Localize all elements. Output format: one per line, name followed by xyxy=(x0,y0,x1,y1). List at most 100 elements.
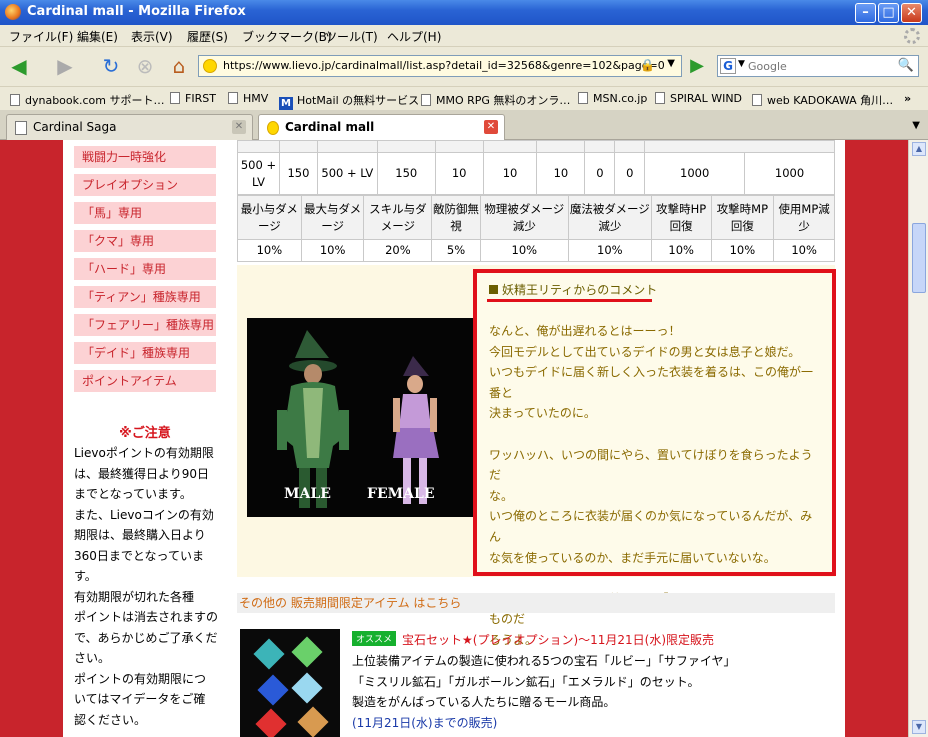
bookmarks-overflow-button[interactable]: » xyxy=(904,92,911,105)
table-header: 攻撃時HP回復 xyxy=(650,195,712,240)
bookmark-item[interactable]: M HotMail の無料サービス xyxy=(279,92,419,111)
featured-item-title[interactable]: 宝石セット★(プレイオプション)～11月21日(水)限定販売 xyxy=(402,631,714,648)
vertical-scrollbar[interactable]: ▲ ▼ xyxy=(908,140,928,737)
page-icon xyxy=(655,92,665,104)
chevron-down-icon[interactable]: ▼ xyxy=(667,58,675,69)
bookmark-item[interactable]: dynabook.com サポート… xyxy=(10,92,165,108)
tab-cardinal-mall[interactable]: Cardinal mall ✕ xyxy=(258,114,505,140)
menu-view[interactable]: 表示(V) xyxy=(131,28,173,45)
character-artwork: MALE FEMALE xyxy=(247,318,475,517)
firefox-icon xyxy=(5,4,21,20)
chevron-down-icon[interactable]: ▼ xyxy=(738,59,745,69)
forward-icon[interactable]: ▶ xyxy=(52,53,78,79)
notice-body: Lievoポイントの有効期限 は、最終獲得日より90日 までとなっています。 ま… xyxy=(74,446,219,727)
bookmark-item[interactable]: HMV xyxy=(228,92,268,105)
tab-cardinal-saga[interactable]: Cardinal Saga ✕ xyxy=(6,114,253,140)
table-header: 魔法被ダメージ減少 xyxy=(567,195,652,240)
gem-icon xyxy=(255,708,287,737)
sidebar-item-point-items[interactable]: ポイントアイテム xyxy=(74,370,216,392)
sidebar-item-dade[interactable]: 「デイド」種族専用 xyxy=(74,342,216,364)
page-icon xyxy=(10,94,20,106)
url-text: https://www.lievo.jp/cardinalmall/list.a… xyxy=(223,59,665,72)
scroll-up-icon[interactable]: ▲ xyxy=(912,142,926,156)
throbber-icon xyxy=(904,28,920,44)
address-bar[interactable]: https://www.lievo.jp/cardinalmall/list.a… xyxy=(198,55,682,77)
lock-icon[interactable]: 🔒 xyxy=(640,58,655,72)
gem-set-image[interactable] xyxy=(240,629,340,737)
table-cell: 5% xyxy=(431,239,481,262)
gem-icon xyxy=(297,706,329,737)
stop-icon[interactable]: ⊗ xyxy=(132,53,158,79)
table-header: 敵防御無視 xyxy=(431,195,481,240)
page-icon xyxy=(170,92,180,104)
maximize-button[interactable]: □ xyxy=(878,3,899,23)
table-cell: 10 xyxy=(482,152,538,195)
go-icon[interactable]: ▶ xyxy=(686,55,708,77)
close-button[interactable]: ✕ xyxy=(901,3,922,23)
table-cell: 10% xyxy=(300,239,365,262)
table-cell: 0 xyxy=(584,152,616,195)
sidebar-item-play-option[interactable]: プレイオプション xyxy=(74,174,216,196)
tab-bar: Cardinal Saga ✕ Cardinal mall ✕ ▼ xyxy=(0,110,928,140)
table-cell: 150 xyxy=(278,152,318,195)
menu-tools[interactable]: ツール(T) xyxy=(325,28,378,45)
page-icon xyxy=(578,92,588,104)
table-cell: 20% xyxy=(363,239,433,262)
home-icon[interactable]: ⌂ xyxy=(166,53,192,79)
scroll-down-icon[interactable]: ▼ xyxy=(912,720,926,734)
featured-item-description: 上位装備アイテムの製造に使われる5つの宝石「ルビー」「サファイヤ」 「ミスリル鉱… xyxy=(352,651,832,733)
notice-title: ※ご注意 xyxy=(119,426,171,441)
menu-help[interactable]: ヘルプ(H) xyxy=(387,28,441,45)
menu-edit[interactable]: 編集(E) xyxy=(77,28,118,45)
page-icon xyxy=(15,121,27,135)
google-icon[interactable]: G xyxy=(720,58,736,74)
menu-bookmarks[interactable]: ブックマーク(B) xyxy=(242,28,332,45)
page-content: 戦闘力一時強化 プレイオプション 「馬」専用 「クマ」専用 「ハード」専用 「テ… xyxy=(63,140,845,737)
table-cell: 10% xyxy=(567,239,652,262)
hotmail-icon: M xyxy=(279,97,293,111)
back-icon[interactable]: ◀ xyxy=(6,53,32,79)
sidebar-item-bear[interactable]: 「クマ」専用 xyxy=(74,230,216,252)
female-label: FEMALE xyxy=(367,486,435,502)
sale-period: (11月21日(水)までの販売) xyxy=(352,715,498,730)
search-input[interactable] xyxy=(748,58,898,74)
table-cell: 10% xyxy=(237,239,302,262)
other-items-link[interactable]: その他の 販売期間限定アイテム はこちら xyxy=(237,593,835,613)
sidebar-item-combat-boost[interactable]: 戦闘力一時強化 xyxy=(74,146,216,168)
close-icon[interactable]: ✕ xyxy=(232,120,246,134)
sidebar-item-hard[interactable]: 「ハード」専用 xyxy=(74,258,216,280)
tab-list-button[interactable]: ▼ xyxy=(912,120,920,131)
bookmark-item[interactable]: MSN.co.jp xyxy=(578,92,647,105)
character-illustration xyxy=(277,330,439,508)
bookmarks-toolbar: dynabook.com サポート… FIRST HMV M HotMail の無… xyxy=(0,86,928,111)
close-icon[interactable]: ✕ xyxy=(484,120,498,134)
title-bar: Cardinal mall - Mozilla Firefox – □ ✕ xyxy=(0,0,928,25)
menu-file[interactable]: ファイル(F) xyxy=(9,28,73,45)
promo-section: MALE FEMALE 妖精王リティからのコメント なんと、俺が出遅れるとはーー… xyxy=(237,265,836,647)
sidebar-item-tian[interactable]: 「ティアン」種族専用 xyxy=(74,286,216,308)
page-icon xyxy=(752,94,762,106)
scrollbar-thumb[interactable] xyxy=(912,223,926,293)
page-icon xyxy=(228,92,238,104)
comment-box: 妖精王リティからのコメント なんと、俺が出遅れるとはーーっ！ 今回モデルとして出… xyxy=(473,269,836,647)
table-cell: 10 xyxy=(536,152,586,195)
table-cell: 10% xyxy=(650,239,712,262)
bookmark-item[interactable]: MMO RPG 無料のオンラ… xyxy=(421,92,570,108)
table-header: 最小与ダメージ xyxy=(237,195,302,240)
bookmark-item[interactable]: web KADOKAWA 角川… xyxy=(752,92,893,108)
sidebar-item-horse[interactable]: 「馬」専用 xyxy=(74,202,216,224)
table-cell: 500 + LV xyxy=(316,152,378,195)
minimize-button[interactable]: – xyxy=(855,3,876,23)
table-cell: 1000 xyxy=(744,152,835,195)
reload-icon[interactable]: ↻ xyxy=(98,53,124,79)
menu-bar: ファイル(F) 編集(E) 表示(V) 履歴(S) ブックマーク(B) ツール(… xyxy=(0,25,928,47)
bookmark-item[interactable]: SPIRAL WIND xyxy=(655,92,742,105)
menu-history[interactable]: 履歴(S) xyxy=(187,28,228,45)
table-cell: 10% xyxy=(479,239,569,262)
search-box[interactable]: G ▼ 🔍 xyxy=(717,55,919,77)
site-favicon-icon xyxy=(267,121,279,135)
search-icon[interactable]: 🔍 xyxy=(898,58,914,73)
table-cell: 10 xyxy=(434,152,484,195)
bookmark-item[interactable]: FIRST xyxy=(170,92,216,105)
sidebar-item-fairy[interactable]: 「フェアリー」種族専用 xyxy=(74,314,216,336)
